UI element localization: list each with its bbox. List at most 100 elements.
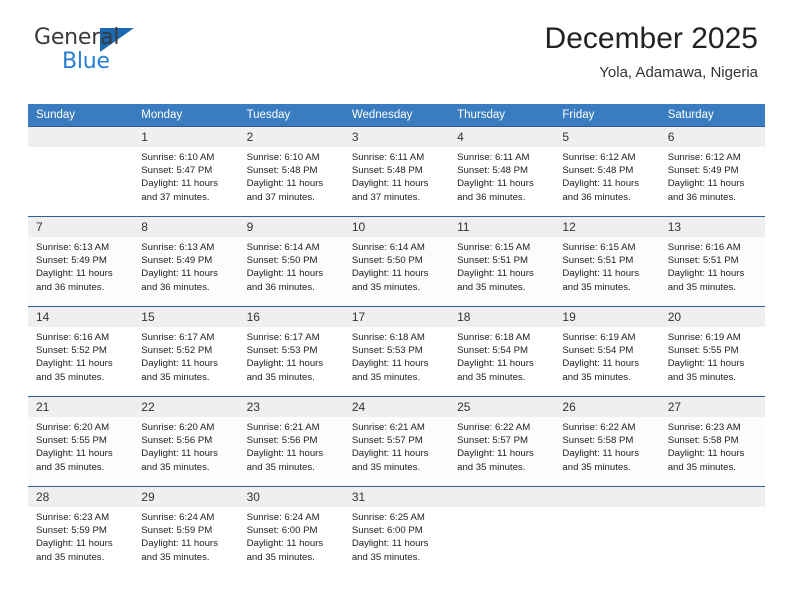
day-daylight-line: Daylight: 11 hours [667,268,745,280]
weekday-header-monday: Monday [133,104,239,127]
day-sun-info: Sunrise: 6:15 AM Sunset: 5:51 PM Daylight:… [449,237,554,294]
day-number: 14 [28,307,134,327]
day-daylight-line: and 35 minutes. [667,371,736,383]
calendar-day-cell[interactable]: 24 Sunrise: 6:21 AM Sunset: 5:57 PM Dayligh… [343,396,450,487]
day-daylight-line: and 35 minutes. [351,371,421,383]
day-daylight-line: and 35 minutes. [562,371,631,383]
calendar-day-cell[interactable]: 16 Sunrise: 6:17 AM Sunset: 5:53 PM Dayligh… [238,306,344,397]
calendar-day-cell[interactable]: 10 Sunrise: 6:14 AM Sunset: 5:50 PM Dayligh… [343,216,450,307]
day-cell-inner: 22 Sunrise: 6:20 AM Sunset: 5:56 PM Dayligh… [133,397,239,486]
general-blue-logo[interactable]: General Blue [34,27,154,73]
day-cell-inner: 5 Sunrise: 6:12 AM Sunset: 5:48 PM Daylight… [554,127,660,216]
day-daylight-line: and 36 minutes. [457,191,526,203]
day-sunrise-line: Sunrise: 6:19 AM [562,332,636,343]
day-cell-inner: 9 Sunrise: 6:14 AM Sunset: 5:50 PM Daylight… [238,217,344,306]
day-number: 2 [238,127,344,147]
calendar-day-cell[interactable]: 30 Sunrise: 6:24 AM Sunset: 6:00 PM Dayligh… [238,486,344,577]
day-daylight-line: Daylight: 11 hours [562,178,640,190]
title-block: December 2025 Yola, Adamawa, Nigeria [545,22,758,82]
day-daylight-line: and 37 minutes. [246,191,315,203]
day-daylight-line: and 35 minutes. [667,281,736,293]
day-daylight-line: and 35 minutes. [141,371,210,383]
day-daylight-line: and 35 minutes. [36,461,105,473]
calendar-day-cell[interactable]: 22 Sunrise: 6:20 AM Sunset: 5:56 PM Dayligh… [133,396,239,487]
calendar-day-cell[interactable]: 12 Sunrise: 6:15 AM Sunset: 5:51 PM Dayligh… [554,216,660,307]
day-daylight-line: Daylight: 11 hours [36,448,113,460]
day-number: 30 [238,487,344,507]
calendar-day-cell[interactable]: 27 Sunrise: 6:23 AM Sunset: 5:58 PM Dayligh… [659,396,765,487]
calendar-page: General Blue December 2025 Yola, Adamawa… [0,0,792,612]
day-daylight-line: Daylight: 11 hours [246,268,324,280]
calendar-day-cell[interactable]: 17 Sunrise: 6:18 AM Sunset: 5:53 PM Dayligh… [343,306,450,397]
day-cell-inner: 3 Sunrise: 6:11 AM Sunset: 5:48 PM Daylight… [343,127,450,216]
day-cell-inner: 26 Sunrise: 6:22 AM Sunset: 5:58 PM Dayligh… [554,397,660,486]
day-number: 25 [449,397,555,417]
day-cell-inner: 10 Sunrise: 6:14 AM Sunset: 5:50 PM Dayligh… [343,217,450,306]
weekday-header-tuesday: Tuesday [238,104,344,127]
calendar-day-cell[interactable]: 21 Sunrise: 6:20 AM Sunset: 5:55 PM Dayligh… [28,396,134,487]
calendar-day-cell[interactable]: 3 Sunrise: 6:11 AM Sunset: 5:48 PM Daylight… [343,126,450,217]
day-sun-info: Sunrise: 6:14 AM Sunset: 5:50 PM Daylight:… [344,237,449,294]
calendar-day-cell[interactable]: 15 Sunrise: 6:17 AM Sunset: 5:52 PM Dayligh… [133,306,239,397]
day-daylight-line: Daylight: 11 hours [141,178,218,190]
calendar-day-cell[interactable]: 9 Sunrise: 6:14 AM Sunset: 5:50 PM Daylight… [238,216,344,307]
day-sunrise-line: Sunrise: 6:21 AM [246,422,320,433]
calendar-day-cell[interactable]: 29 Sunrise: 6:24 AM Sunset: 5:59 PM Dayligh… [133,486,239,577]
calendar-day-cell[interactable]: 31 Sunrise: 6:25 AM Sunset: 6:00 PM Dayligh… [343,486,450,577]
day-daylight-line: Daylight: 11 hours [667,448,745,460]
day-cell-inner [659,487,765,577]
weekday-header-wednesday: Wednesday [343,104,450,127]
calendar-day-cell[interactable]: 2 Sunrise: 6:10 AM Sunset: 5:48 PM Daylight… [238,126,344,217]
calendar-day-cell[interactable]: 26 Sunrise: 6:22 AM Sunset: 5:58 PM Dayligh… [554,396,660,487]
calendar-day-cell[interactable]: 25 Sunrise: 6:22 AM Sunset: 5:57 PM Dayligh… [449,396,555,487]
calendar-day-cell[interactable]: 28 Sunrise: 6:23 AM Sunset: 5:59 PM Dayligh… [28,486,134,577]
day-sunrise-line: Sunrise: 6:20 AM [141,422,215,433]
day-sun-info: Sunrise: 6:14 AM Sunset: 5:50 PM Daylight:… [239,237,344,294]
day-daylight-line: and 35 minutes. [246,461,315,473]
calendar-day-cell[interactable]: 6 Sunrise: 6:12 AM Sunset: 5:49 PM Daylight… [659,126,765,217]
day-cell-inner [554,487,660,577]
calendar-day-cell[interactable]: 14 Sunrise: 6:16 AM Sunset: 5:52 PM Dayligh… [28,306,134,397]
calendar-day-cell[interactable]: 7 Sunrise: 6:13 AM Sunset: 5:49 PM Daylight… [28,216,134,307]
day-daylight-line: and 35 minutes. [457,371,526,383]
day-daylight-line: Daylight: 11 hours [351,448,429,460]
sunrise-sunset-calendar: Sunday Monday Tuesday Wednesday Thursday… [28,104,765,577]
day-sunset-line: Sunset: 5:59 PM [36,525,107,537]
day-number [554,487,660,507]
day-number: 12 [554,217,660,237]
day-sun-info: Sunrise: 6:19 AM Sunset: 5:55 PM Daylight:… [660,327,765,384]
day-sunrise-line: Sunrise: 6:14 AM [351,242,425,253]
day-sunset-line: Sunset: 5:51 PM [667,255,739,267]
day-sun-info: Sunrise: 6:23 AM Sunset: 5:58 PM Daylight:… [660,417,765,474]
calendar-day-cell[interactable]: 8 Sunrise: 6:13 AM Sunset: 5:49 PM Daylight… [133,216,239,307]
day-sunrise-line: Sunrise: 6:23 AM [36,512,110,523]
day-sun-info: Sunrise: 6:12 AM Sunset: 5:49 PM Daylight:… [660,147,765,204]
calendar-day-cell[interactable]: 19 Sunrise: 6:19 AM Sunset: 5:54 PM Dayligh… [554,306,660,397]
day-daylight-line: and 37 minutes. [351,191,421,203]
day-number: 23 [238,397,344,417]
day-cell-inner: 28 Sunrise: 6:23 AM Sunset: 5:59 PM Dayligh… [28,487,134,577]
calendar-day-cell[interactable]: 23 Sunrise: 6:21 AM Sunset: 5:56 PM Dayligh… [238,396,344,487]
day-sun-info: Sunrise: 6:10 AM Sunset: 5:47 PM Daylight:… [133,147,238,204]
calendar-day-cell[interactable]: 5 Sunrise: 6:12 AM Sunset: 5:48 PM Daylight… [554,126,660,217]
day-sun-info: Sunrise: 6:23 AM Sunset: 5:59 PM Daylight:… [28,507,133,564]
day-sunrise-line: Sunrise: 6:10 AM [141,152,215,163]
day-daylight-line: and 35 minutes. [351,461,421,473]
day-cell-inner: 15 Sunrise: 6:17 AM Sunset: 5:52 PM Dayligh… [133,307,239,396]
calendar-day-cell[interactable]: 18 Sunrise: 6:18 AM Sunset: 5:54 PM Dayligh… [449,306,555,397]
day-daylight-line: Daylight: 11 hours [562,448,640,460]
day-daylight-line: and 36 minutes. [562,191,631,203]
calendar-day-cell[interactable]: 1 Sunrise: 6:10 AM Sunset: 5:47 PM Daylight… [133,126,239,217]
calendar-day-cell[interactable]: 4 Sunrise: 6:11 AM Sunset: 5:48 PM Daylight… [449,126,555,217]
day-daylight-line: and 35 minutes. [36,371,105,383]
calendar-day-cell[interactable]: 13 Sunrise: 6:16 AM Sunset: 5:51 PM Dayligh… [659,216,765,307]
weekday-header-sunday: Sunday [28,104,134,127]
day-number: 15 [133,307,239,327]
day-number: 9 [238,217,344,237]
calendar-day-cell[interactable]: 20 Sunrise: 6:19 AM Sunset: 5:55 PM Dayligh… [659,306,765,397]
day-sunset-line: Sunset: 5:58 PM [562,435,634,447]
day-sun-info: Sunrise: 6:16 AM Sunset: 5:51 PM Daylight:… [660,237,765,294]
calendar-day-cell[interactable]: 11 Sunrise: 6:15 AM Sunset: 5:51 PM Dayligh… [449,216,555,307]
day-sunrise-line: Sunrise: 6:20 AM [36,422,110,433]
day-sunset-line: Sunset: 5:56 PM [141,435,213,447]
